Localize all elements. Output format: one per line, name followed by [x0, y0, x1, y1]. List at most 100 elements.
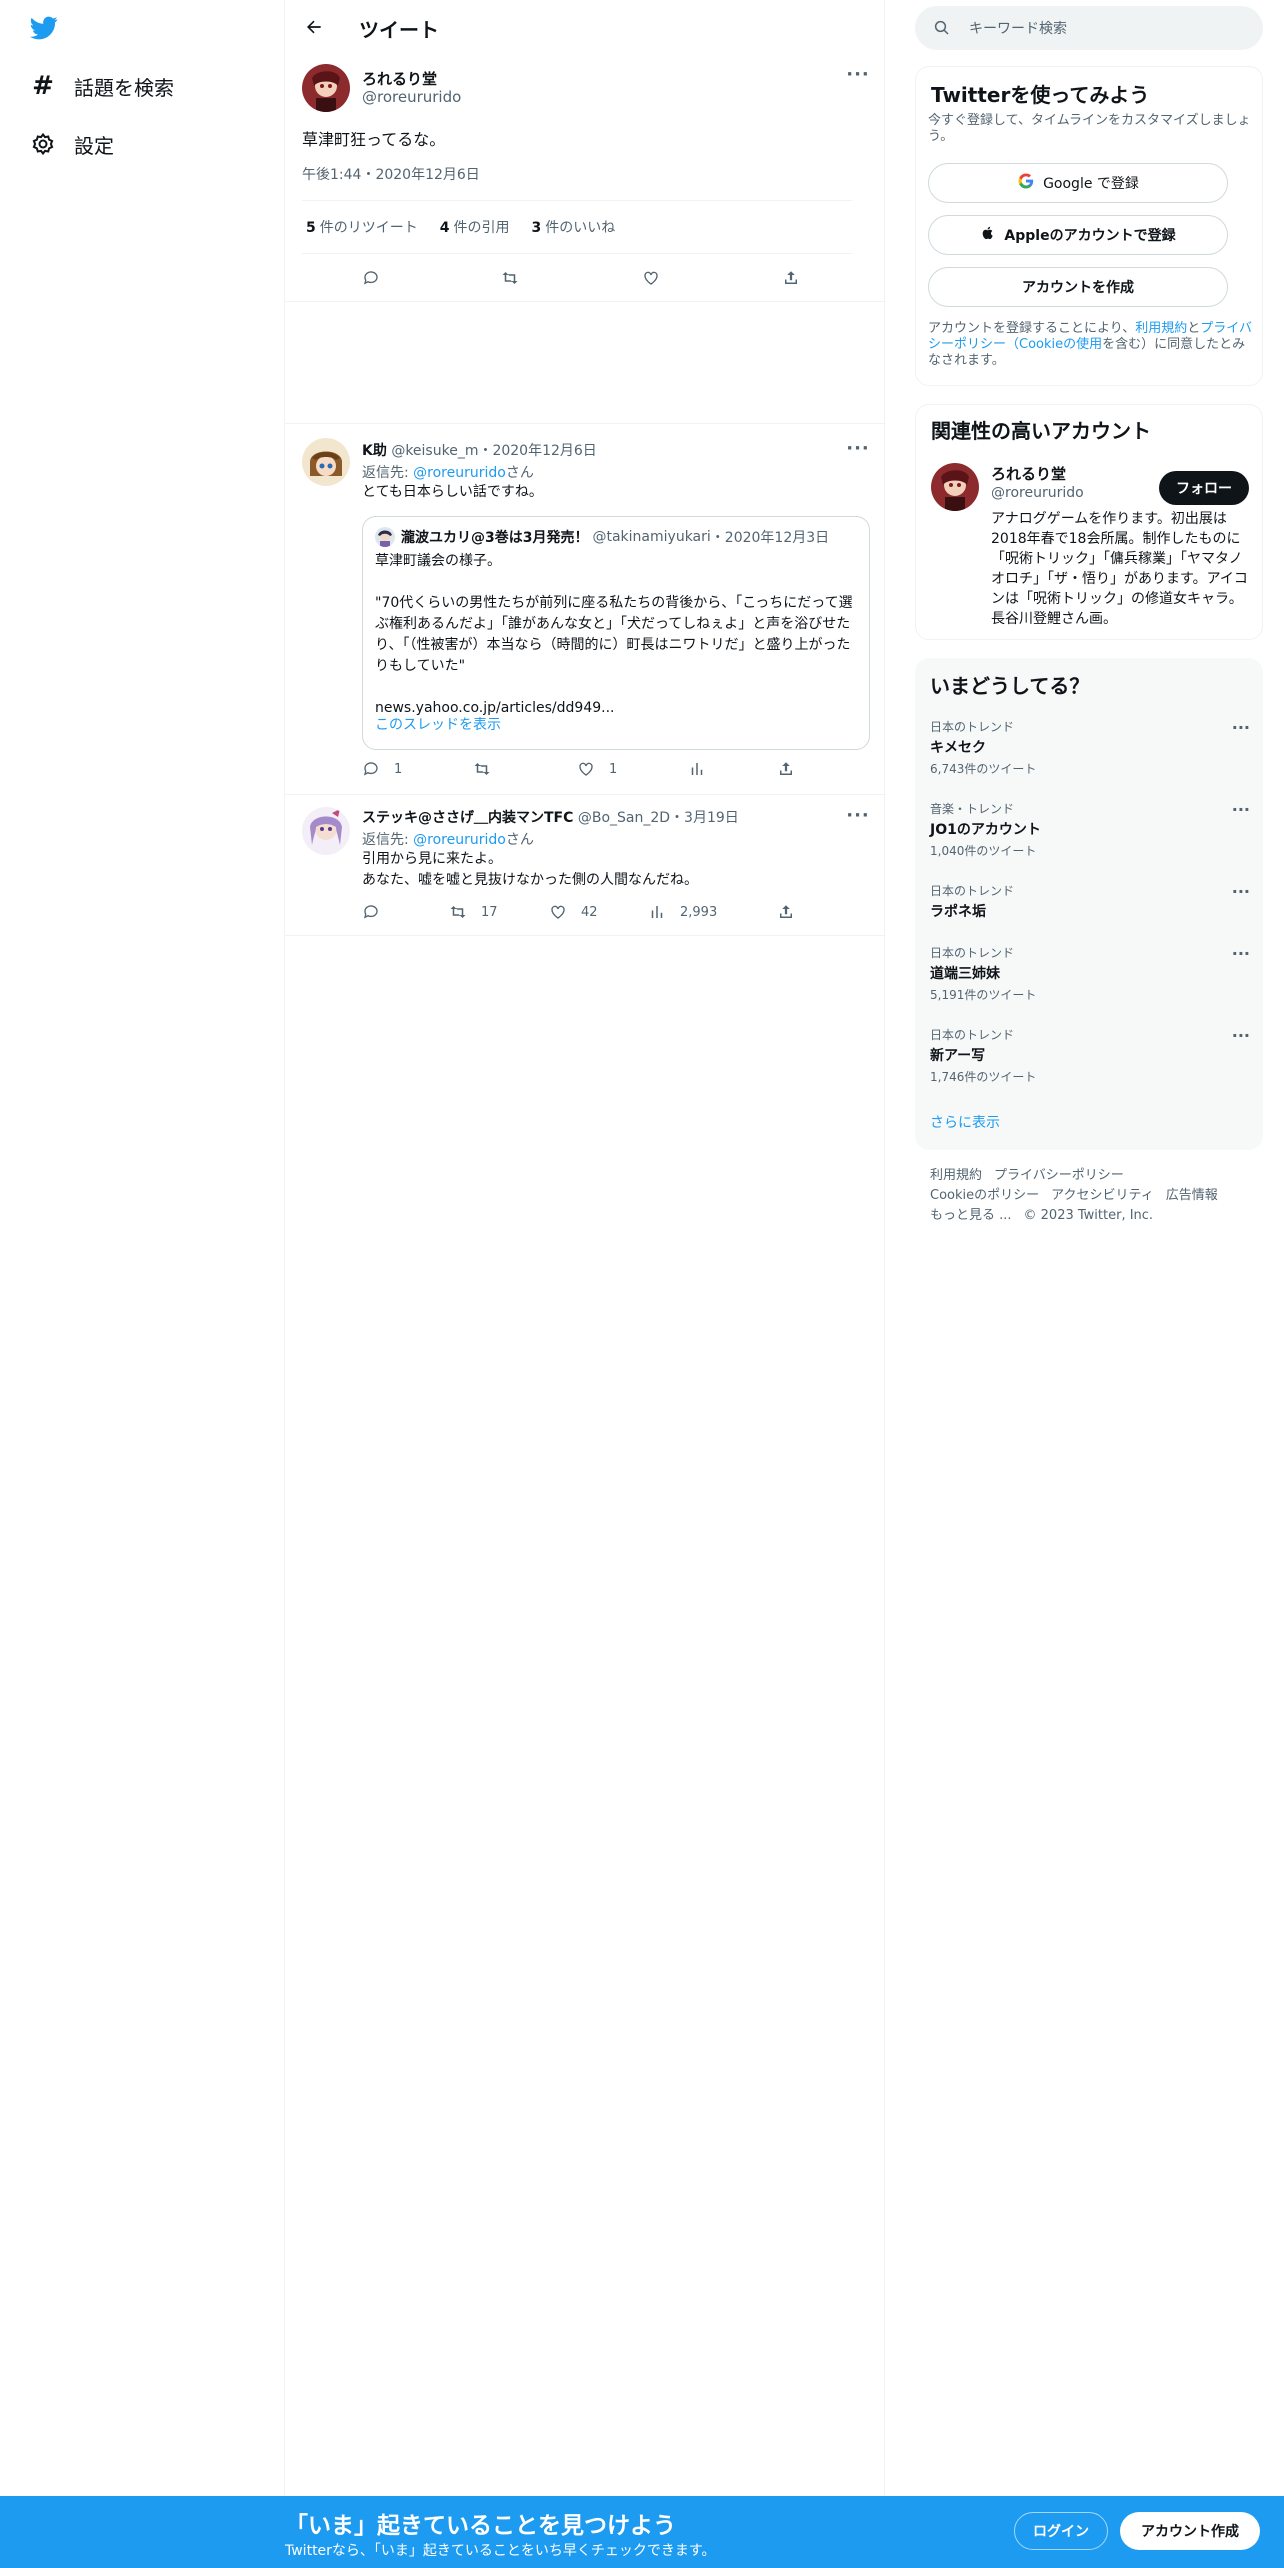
- footer-link[interactable]: 利用規約: [930, 1168, 982, 1183]
- view-count: 2,993: [680, 904, 718, 920]
- retweets-stat[interactable]: 5 件のリツイート: [306, 217, 418, 237]
- footer-link[interactable]: もっと見る ...: [930, 1208, 1012, 1223]
- reply-date[interactable]: ・3月19日: [670, 810, 739, 826]
- share-icon: [785, 271, 797, 284]
- reply-to-user[interactable]: @roreururido: [413, 465, 506, 481]
- signup-subtitle: 今すぐ登録して、タイムラインをカスタマイズしましょう。: [928, 113, 1251, 144]
- trends-card: いまどうしてる？ 日本のトレンド キメセク 6,743件のツイート ··· 音楽…: [915, 658, 1263, 1150]
- reply-to: 返信先: @roreururidoさん: [362, 462, 534, 482]
- quoted-tweet[interactable]: 瀧波ユカリ@3巻は3月発売！ @takinamiyukari ・2020年12月3…: [362, 516, 870, 750]
- share-icon: [780, 905, 792, 918]
- google-signup-button[interactable]: Google で登録: [928, 163, 1228, 203]
- likes-stat[interactable]: 3 件のいいね: [532, 217, 616, 237]
- trend-item[interactable]: 日本のトレンド 道端三姉妹 5,191件のツイート ···: [930, 944, 1250, 1003]
- reply-date[interactable]: ・2020年12月6日: [478, 443, 596, 459]
- search-icon: [934, 20, 949, 35]
- quotes-label: 件の引用: [453, 220, 510, 236]
- trend-name: ラポネ垢: [930, 904, 986, 920]
- footer-link[interactable]: アクセシビリティ: [1051, 1188, 1154, 1203]
- show-more-link[interactable]: さらに表示: [930, 1112, 1000, 1132]
- more-options-icon[interactable]: ···: [845, 807, 871, 831]
- likes-label: 件のいいね: [545, 220, 616, 236]
- author-name[interactable]: ろれるり堂: [362, 68, 437, 89]
- trends-title: いまどうしてる？: [930, 674, 1090, 698]
- related-account-handle[interactable]: @roreururido: [991, 485, 1084, 501]
- views-button[interactable]: [688, 760, 706, 778]
- retweet-icon: [502, 272, 518, 284]
- more-options-icon[interactable]: ···: [1232, 944, 1250, 963]
- trend-item[interactable]: 音楽・トレンド JO1のアカウント 1,040件のツイート ···: [930, 800, 1250, 859]
- page-title: ツイート: [359, 18, 439, 42]
- terms-link[interactable]: 利用規約: [1135, 321, 1187, 336]
- search-input[interactable]: キーワード検索: [969, 18, 1067, 38]
- reply-to-label: 返信先:: [362, 465, 409, 481]
- retweet-button[interactable]: [473, 760, 491, 778]
- back-button[interactable]: [297, 10, 331, 44]
- signup-button[interactable]: アカウント作成: [1120, 2512, 1260, 2550]
- more-options-icon[interactable]: ···: [1232, 800, 1250, 819]
- reply-tweet[interactable]: ステッキ@ささげ＿内装マンTFC @Bo_San_2D・3月19日 ··· 返信…: [285, 795, 885, 935]
- reply-author-handle[interactable]: @Bo_San_2D: [578, 810, 670, 826]
- nav-explore[interactable]: # 話題を検索: [28, 66, 174, 106]
- reply-button[interactable]: [362, 269, 380, 287]
- reply-to-suffix: さん: [505, 832, 534, 848]
- more-options-icon[interactable]: ···: [1232, 882, 1250, 901]
- footer-link[interactable]: プライバシーポリシー: [994, 1168, 1124, 1183]
- more-options-icon[interactable]: ···: [845, 440, 871, 464]
- reply-author-name[interactable]: K助: [362, 443, 387, 459]
- follow-button[interactable]: フォロー: [1159, 471, 1249, 505]
- left-navigation: # 話題を検索 設定: [0, 0, 285, 2568]
- reply-icon: [363, 271, 378, 285]
- login-button[interactable]: ログイン: [1014, 2512, 1108, 2550]
- avatar[interactable]: [931, 463, 979, 511]
- more-options-icon[interactable]: ···: [845, 66, 871, 90]
- create-account-label: アカウントを作成: [1022, 280, 1134, 296]
- avatar[interactable]: [302, 64, 350, 112]
- bar-chart-icon: [651, 906, 663, 918]
- search-box[interactable]: キーワード検索: [915, 6, 1263, 50]
- views-button[interactable]: 2,993: [648, 903, 717, 921]
- quote-date: ・2020年12月3日: [710, 530, 830, 546]
- more-options-icon[interactable]: ···: [1232, 1026, 1250, 1045]
- trend-item[interactable]: 日本のトレンド キメセク 6,743件のツイート ···: [930, 718, 1250, 777]
- tweet-timestamp[interactable]: 午後1:44・2020年12月6日: [302, 164, 480, 184]
- share-button[interactable]: [777, 760, 795, 778]
- reply-to-user[interactable]: @roreururido: [413, 832, 506, 848]
- footer-link[interactable]: 広告情報: [1166, 1188, 1218, 1203]
- twitter-logo-icon[interactable]: [28, 14, 64, 44]
- quote-text: 草津町議会の様子。 "70代くらいの男性たちが前列に座る私たちの背後から、「こっ…: [375, 553, 853, 716]
- reply-meta: ステッキ@ささげ＿内装マンTFC @Bo_San_2D・3月19日: [362, 807, 739, 827]
- reply-author-name[interactable]: ステッキ@ささげ＿内装マンTFC: [362, 810, 573, 826]
- avatar[interactable]: [302, 438, 350, 486]
- trend-count: 1,746件のツイート: [930, 1070, 1037, 1084]
- like-button[interactable]: 1: [577, 760, 617, 778]
- like-button[interactable]: [642, 269, 660, 287]
- trend-count: 1,040件のツイート: [930, 844, 1037, 858]
- reply-author-handle[interactable]: @keisuke_m: [391, 443, 478, 459]
- create-account-button[interactable]: アカウントを作成: [928, 267, 1228, 307]
- reply-tweet[interactable]: K助 @keisuke_m・2020年12月6日 ··· 返信先: @roreu…: [285, 424, 885, 794]
- author-handle[interactable]: @roreururido: [362, 88, 461, 106]
- retweet-button[interactable]: 17: [449, 903, 498, 921]
- avatar: [375, 527, 395, 547]
- quotes-stat[interactable]: 4 件の引用: [440, 217, 510, 237]
- apple-signup-button[interactable]: Appleのアカウントで登録: [928, 215, 1228, 255]
- related-account-name[interactable]: ろれるり堂: [991, 463, 1066, 484]
- like-button[interactable]: 42: [549, 903, 598, 921]
- trend-item[interactable]: 日本のトレンド 新アー写 1,746件のツイート ···: [930, 1026, 1250, 1085]
- nav-settings[interactable]: 設定: [28, 124, 114, 164]
- avatar[interactable]: [302, 807, 350, 855]
- reply-button[interactable]: 1: [362, 760, 402, 778]
- reply-button[interactable]: [362, 903, 380, 921]
- tweet-text: 草津町狂ってるな。: [302, 130, 446, 149]
- more-options-icon[interactable]: ···: [1232, 718, 1250, 737]
- retweet-button[interactable]: [501, 269, 519, 287]
- footer-link[interactable]: Cookieのポリシー: [930, 1188, 1039, 1203]
- bottom-bar-subtitle: Twitterなら、「いま」起きていることをいち早くチェックできます。: [285, 2543, 716, 2559]
- trend-item[interactable]: 日本のトレンド ラポネ垢 ···: [930, 882, 1250, 921]
- apple-signup-label: Appleのアカウントで登録: [1004, 228, 1176, 244]
- retweets-label: 件のリツイート: [319, 220, 418, 236]
- share-button[interactable]: [777, 903, 795, 921]
- share-button[interactable]: [782, 269, 800, 287]
- show-thread-link[interactable]: このスレッドを表示: [375, 714, 501, 734]
